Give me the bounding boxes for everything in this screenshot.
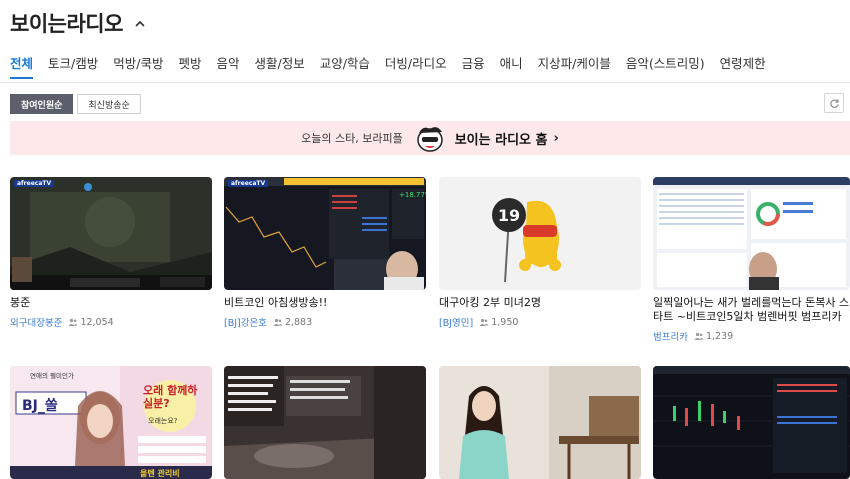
poster-question-text: 오래는요?: [148, 417, 178, 425]
viewer-count: 12,054: [68, 316, 114, 328]
promo-banner[interactable]: 오늘의 스타, 보라피플 보이는 라디오 홈 ›: [10, 121, 850, 155]
people-icon: [479, 318, 489, 326]
card-meta: [BJ]강은호 2,883: [224, 315, 426, 330]
broadcast-card[interactable]: afreecaTV 봉준 외구대장봉준 12,054: [10, 177, 212, 329]
tab-9[interactable]: 금융: [462, 53, 485, 72]
platform-badge: afreecaTV: [14, 180, 55, 187]
broadcast-card[interactable]: 연애의 펠미인가 BJ_쏠 오래 함께하실분? 오래는요? 을텐 관리비: [10, 366, 212, 479]
card-title: 대구아킹 2부 미녀2명: [439, 296, 541, 309]
viewer-count: 1,950: [479, 317, 518, 328]
tab-4[interactable]: 펫방: [178, 53, 201, 72]
broadcast-card[interactable]: 일찍일어나는 새가 벌레를먹는다 돈복사 스타트 ~비트코인5일차 범렌버핏 범…: [653, 177, 850, 343]
dark-room-thumbnail: [224, 366, 426, 479]
tab-5[interactable]: 음악: [216, 53, 239, 72]
tab-12[interactable]: 음악(스트리밍): [626, 53, 705, 72]
refresh-icon: [829, 98, 839, 108]
poster-big-text: 오래 함께하실분?: [143, 384, 198, 410]
svg-text:+18.77%: +18.77%: [399, 191, 426, 199]
chevron-up-icon[interactable]: [133, 16, 147, 30]
broadcast-card[interactable]: [439, 366, 641, 479]
broadcast-card[interactable]: 19 대구아킹 2부 미녀2명 [BJ영민] 1,950: [439, 177, 641, 329]
sort-toggle: 참여인원순 최신방송순: [10, 94, 141, 114]
people-icon: [694, 332, 704, 340]
streamer-name[interactable]: [BJ]강은호: [224, 315, 267, 329]
header: 보이는라디오: [10, 8, 147, 38]
streamer-name[interactable]: [BJ영민]: [439, 315, 473, 329]
chart-screen-thumbnail: [653, 366, 850, 479]
viewer-count: 2,883: [273, 317, 312, 328]
poster-name-text: BJ_쏠: [22, 398, 58, 414]
news-anchor-thumbnail: [439, 366, 641, 479]
tab-7[interactable]: 교양/학습: [320, 53, 370, 72]
tab-1[interactable]: 전체: [10, 53, 34, 79]
trading-dashboard-thumbnail: [653, 177, 850, 290]
divider: [0, 82, 850, 83]
banner-subtitle: 오늘의 스타, 보라피플: [301, 132, 403, 145]
refresh-button[interactable]: [824, 93, 844, 113]
tab-8[interactable]: 더빙/라디오: [385, 53, 447, 72]
platform-badge: afreecaTV: [228, 180, 269, 187]
broadcast-card[interactable]: +18.77% afreecaTV 비트코인 아침생방송!! [BJ]강은호 2…: [224, 177, 426, 329]
category-tabs: 전체 토크/캠방 먹방/쿡방 펫방 음악 생활/정보 교양/학습 더빙/라디오 금융 애니 지상파/…: [10, 53, 781, 79]
mascot-icon: [416, 127, 443, 152]
card-meta: 범프리카 1,239: [653, 329, 850, 344]
card-title: 비트코인 아침생방송!!: [224, 296, 328, 309]
people-icon: [273, 318, 283, 326]
chevron-right-icon: ›: [553, 130, 559, 146]
game-stream-thumbnail: afreecaTV: [10, 177, 212, 290]
viewer-number: 1,239: [705, 330, 734, 342]
card-title: 봉준: [10, 296, 31, 309]
viewer-number: 2,883: [284, 316, 313, 328]
streamer-name[interactable]: 외구대장봉준: [10, 315, 62, 329]
tab-3[interactable]: 먹방/쿡방: [113, 53, 163, 72]
svg-text:19: 19: [498, 206, 520, 225]
active-tab-underline: [10, 77, 34, 79]
broadcast-card[interactable]: [653, 366, 850, 479]
viewer-number: 1,950: [491, 316, 519, 328]
sort-by-recent-button[interactable]: 최신방송순: [77, 94, 141, 114]
card-title: 일찍일어나는 새가 벌레를먹는다 돈복사 스타트 ~비트코인5일차 범렌버핏 범…: [653, 296, 850, 323]
viewer-number: 12,054: [80, 316, 114, 328]
tab-6[interactable]: 생활/정보: [254, 53, 304, 72]
tab-2[interactable]: 토크/캠방: [48, 53, 98, 72]
people-icon: [68, 318, 78, 326]
page-title: 보이는라디오: [10, 12, 123, 36]
broadcast-card[interactable]: [224, 366, 426, 479]
card-meta: 외구대장봉준 12,054: [10, 315, 212, 330]
sort-by-viewers-button[interactable]: 참여인원순: [10, 94, 74, 114]
card-meta: [BJ영민] 1,950: [439, 315, 641, 330]
poster-top-text: 연애의 펠미인가: [30, 372, 74, 380]
stock-chart-thumbnail: +18.77% afreecaTV: [224, 177, 426, 290]
promo-poster-thumbnail: 연애의 펠미인가 BJ_쏠 오래 함께하실분? 오래는요? 을텐 관리비: [10, 366, 212, 479]
streamer-name[interactable]: 범프리카: [653, 329, 688, 343]
tab-11[interactable]: 지상파/케이블: [538, 53, 611, 72]
banner-title: 보이는 라디오 홈: [454, 132, 548, 148]
tab-13[interactable]: 연령제한: [720, 53, 766, 72]
tab-10[interactable]: 애니: [500, 53, 523, 72]
viewer-count: 1,239: [694, 331, 733, 342]
mascot-19-thumbnail: 19: [439, 177, 641, 290]
